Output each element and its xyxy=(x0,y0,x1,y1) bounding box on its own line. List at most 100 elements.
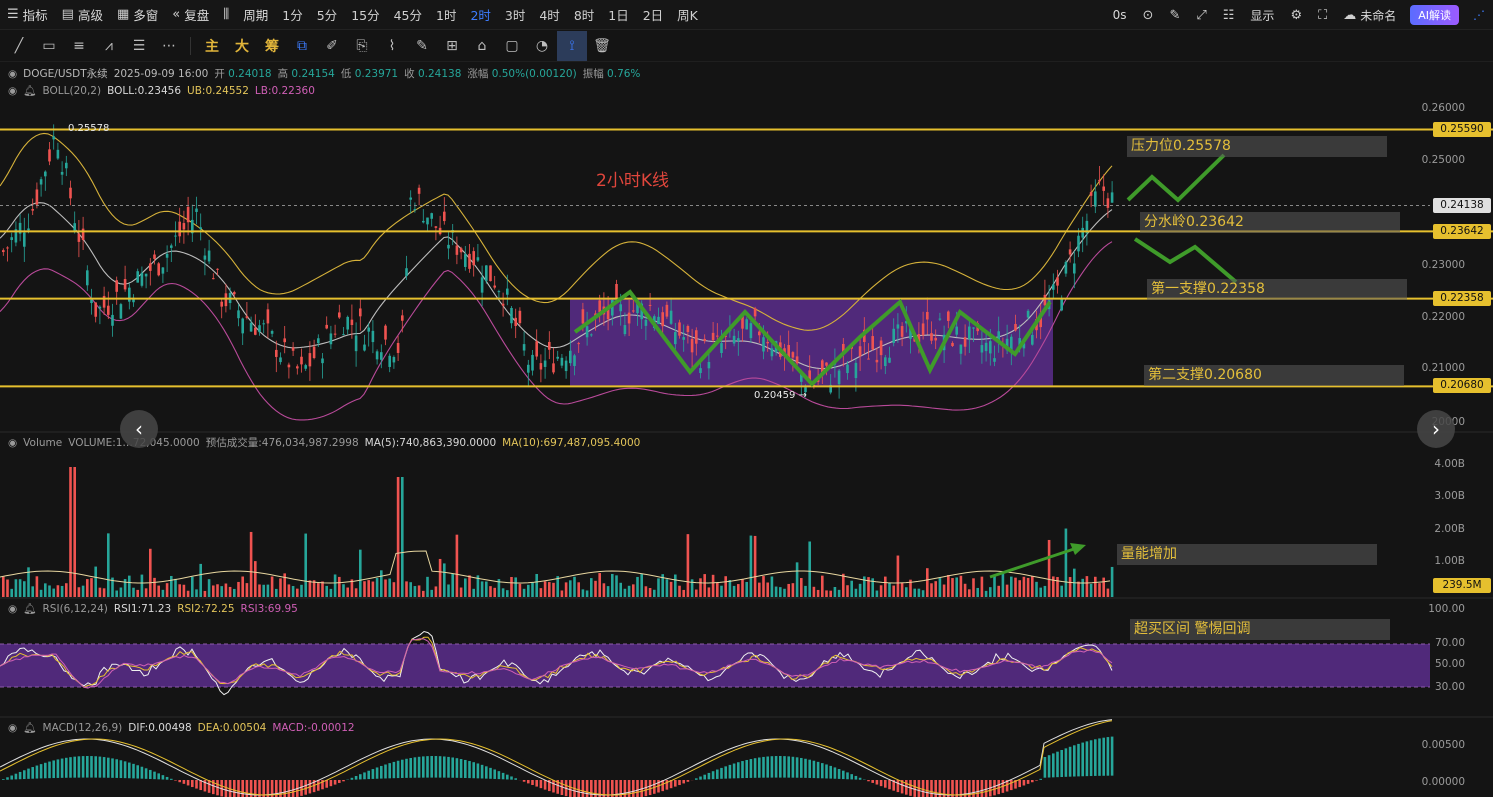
volume-bar xyxy=(615,575,618,597)
rect-tool-icon[interactable]: ▭ xyxy=(34,31,64,61)
macd-bar xyxy=(157,773,160,780)
bell-icon[interactable]: 🔔︎ xyxy=(23,602,36,615)
candle-body xyxy=(199,227,202,230)
boll-ub: UB:0.24552 xyxy=(187,84,249,97)
volume-bar xyxy=(959,575,963,597)
timeframe-1[interactable]: 5分 xyxy=(310,0,344,30)
topbar-right-item-7[interactable]: ⛶ xyxy=(1310,0,1335,30)
topbar-right-label: 0s xyxy=(1112,8,1127,22)
macd-bar xyxy=(1068,746,1072,777)
eye-icon[interactable]: ◉ xyxy=(8,603,17,615)
candle-body xyxy=(955,326,958,335)
pencil-icon[interactable]: ✎ xyxy=(407,31,437,61)
macd-bar xyxy=(333,780,337,785)
topbar-item-4[interactable]: ⫼ xyxy=(216,0,236,30)
topbar-item-2[interactable]: ▦ 多窗 xyxy=(110,0,165,30)
timeframe-11[interactable]: 周K xyxy=(670,0,705,30)
eye-icon[interactable]: ◉ xyxy=(8,437,17,449)
volume-bar xyxy=(728,579,732,597)
candle-body xyxy=(275,349,278,357)
volume-bar xyxy=(220,586,223,597)
timeframe-10[interactable]: 2日 xyxy=(636,0,670,30)
timeframe-7[interactable]: 4时 xyxy=(532,0,566,30)
volume-bar xyxy=(594,580,597,597)
timeframe-9[interactable]: 1日 xyxy=(601,0,635,30)
topbar-item-0[interactable]: ☰ 指标 xyxy=(0,0,55,30)
macd-bar xyxy=(350,777,354,780)
fib-tool-icon[interactable]: ≡ xyxy=(64,31,94,61)
prev-image-button[interactable]: ‹ xyxy=(120,410,158,448)
chip-tool-2[interactable]: 筹 xyxy=(257,31,287,61)
chart-annotation-title: 2小时K线 xyxy=(596,171,669,191)
timeframe-4[interactable]: 1时 xyxy=(429,0,463,30)
wave-tool-icon[interactable]: ⩘ xyxy=(94,31,124,61)
note-icon[interactable]: ▢ xyxy=(497,31,527,61)
select-icon[interactable]: ⟟ xyxy=(557,30,587,61)
topbar-right-item-3[interactable]: ⤢ xyxy=(1188,0,1214,30)
volume-bar xyxy=(380,570,383,597)
timeframe-0[interactable]: 1分 xyxy=(275,0,309,30)
topbar-right-item-5[interactable]: 显示 xyxy=(1242,0,1282,30)
timeframe-6[interactable]: 3时 xyxy=(498,0,532,30)
topbar-right-item-2[interactable]: ✎ xyxy=(1161,0,1188,30)
lock-icon[interactable]: ⌂ xyxy=(467,31,497,61)
eye-icon[interactable]: ◉ xyxy=(8,722,17,734)
volume-bar xyxy=(296,588,299,597)
candle-body xyxy=(279,357,282,363)
bell-icon[interactable]: 🔔︎ xyxy=(23,84,36,97)
ai-analyze-button[interactable]: AI解读 xyxy=(1410,5,1459,25)
clone-icon[interactable]: ⧉ xyxy=(287,31,317,61)
list-icon: ☷ xyxy=(1222,7,1235,23)
topbar-right-item-0[interactable]: 0s xyxy=(1105,0,1135,30)
volume-bar xyxy=(1068,577,1072,597)
candle-body xyxy=(207,250,211,262)
next-image-button[interactable]: › xyxy=(1417,410,1455,448)
macd-bar xyxy=(342,780,345,782)
more-tool-icon[interactable]: ⋯ xyxy=(154,31,184,61)
timeframe-8[interactable]: 8时 xyxy=(567,0,601,30)
chart-canvas[interactable] xyxy=(0,62,1493,797)
candle-body xyxy=(27,228,30,231)
magnet-icon[interactable]: ◔ xyxy=(527,31,557,61)
trash-icon[interactable]: 🗑︎ xyxy=(587,31,617,61)
candle-body xyxy=(737,338,740,342)
candle-body xyxy=(921,323,925,336)
macd-bar xyxy=(405,758,408,778)
volume-bar xyxy=(65,583,68,597)
macd-bar xyxy=(56,759,60,778)
line-tool-icon[interactable]: ╱ xyxy=(4,31,34,61)
volume-bar xyxy=(1102,577,1105,597)
macd-bar xyxy=(745,759,748,778)
macd-bar xyxy=(325,780,328,788)
share-icon[interactable]: ⋰ xyxy=(1465,0,1493,30)
topbar-item-3[interactable]: «复盘 xyxy=(165,0,216,30)
topbar-right-item-4[interactable]: ☷ xyxy=(1215,0,1243,30)
brush-icon[interactable]: ✐ xyxy=(317,31,347,61)
volume-bar xyxy=(518,583,522,597)
topbar-item-5[interactable]: 周期 xyxy=(236,0,275,30)
chip-tool-1[interactable]: 大 xyxy=(227,31,257,61)
topbar-right-item-1[interactable]: ⊙ xyxy=(1135,0,1162,30)
topbar-right-item-6[interactable]: ⚙ xyxy=(1282,0,1310,30)
timeframe-3[interactable]: 45分 xyxy=(387,0,429,30)
topbar-item-1[interactable]: ▤ 高级 xyxy=(55,0,110,30)
timeframe-5[interactable]: 2时 xyxy=(463,0,497,30)
topbar-right-item-8[interactable]: ☁ 未命名 xyxy=(1335,0,1404,30)
eye-icon[interactable]: ◉ xyxy=(8,68,17,80)
volume-bar xyxy=(212,585,215,597)
eye-icon[interactable]: ◉ xyxy=(8,85,17,97)
copy-icon[interactable]: ⎘ xyxy=(347,31,377,61)
chip-tool-0[interactable]: 主 xyxy=(197,31,227,61)
macd-bar xyxy=(363,772,366,780)
timeframe-2[interactable]: 15分 xyxy=(344,0,386,30)
chart-area[interactable]: ◉ DOGE/USDT永续 2025-09-09 16:00 开 0.24018… xyxy=(0,62,1493,797)
macd-bar xyxy=(825,764,828,779)
volume-bar xyxy=(287,584,291,597)
bell-icon[interactable]: 🔔︎ xyxy=(23,721,36,734)
measure-icon[interactable]: ⊞ xyxy=(437,31,467,61)
volume-bar xyxy=(636,576,639,597)
volume-bar xyxy=(653,589,656,597)
volume-bar xyxy=(1026,577,1030,597)
parallel-tool-icon[interactable]: ☰ xyxy=(124,31,154,61)
ruler-icon[interactable]: ⌇ xyxy=(377,31,407,61)
